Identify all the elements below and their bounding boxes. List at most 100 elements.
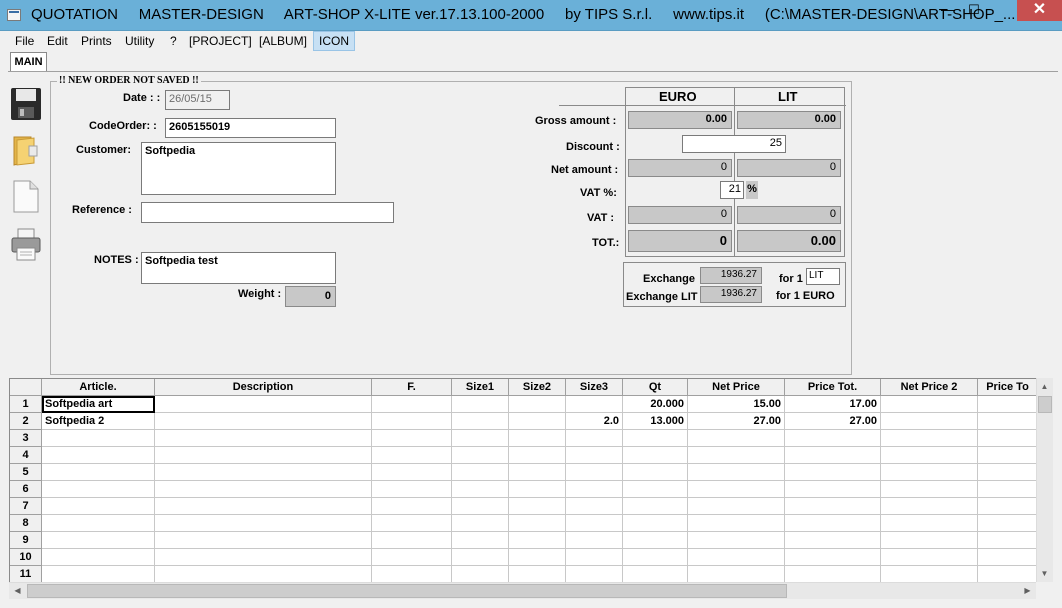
- table-cell[interactable]: [978, 447, 1036, 464]
- row-number[interactable]: 2: [10, 413, 42, 430]
- row-number[interactable]: 9: [10, 532, 42, 549]
- table-cell[interactable]: [688, 515, 785, 532]
- column-header[interactable]: Article.: [42, 379, 155, 396]
- table-cell[interactable]: Softpedia 2: [42, 413, 155, 430]
- table-cell[interactable]: [623, 549, 688, 566]
- table-cell[interactable]: [978, 464, 1036, 481]
- table-cell[interactable]: [509, 515, 566, 532]
- table-cell[interactable]: [452, 532, 509, 549]
- table-cell[interactable]: [372, 430, 452, 447]
- table-cell[interactable]: [623, 481, 688, 498]
- table-cell[interactable]: [688, 532, 785, 549]
- scroll-left-arrow-icon[interactable]: ◀: [9, 582, 26, 599]
- table-cell[interactable]: [452, 515, 509, 532]
- table-cell[interactable]: [509, 464, 566, 481]
- table-cell[interactable]: [978, 413, 1036, 430]
- table-cell[interactable]: [881, 464, 978, 481]
- table-cell[interactable]: [452, 549, 509, 566]
- table-cell[interactable]: [452, 498, 509, 515]
- menu-file[interactable]: File: [13, 33, 36, 51]
- table-cell[interactable]: [372, 566, 452, 582]
- table-cell[interactable]: [509, 481, 566, 498]
- table-cell[interactable]: [452, 413, 509, 430]
- table-cell[interactable]: [688, 498, 785, 515]
- table-cell[interactable]: [566, 532, 623, 549]
- table-cell[interactable]: [688, 447, 785, 464]
- table-cell[interactable]: [688, 566, 785, 582]
- code-order-field[interactable]: 2605155019: [165, 118, 336, 138]
- table-cell[interactable]: 20.000: [623, 396, 688, 413]
- table-cell[interactable]: [155, 430, 372, 447]
- table-cell[interactable]: [509, 396, 566, 413]
- open-button[interactable]: [9, 131, 43, 171]
- column-header[interactable]: Price Tot.: [785, 379, 881, 396]
- discount-field[interactable]: 25: [682, 135, 786, 153]
- table-cell[interactable]: [372, 532, 452, 549]
- table-cell[interactable]: [155, 413, 372, 430]
- table-cell[interactable]: 2.0: [566, 413, 623, 430]
- table-cell[interactable]: [623, 532, 688, 549]
- column-header[interactable]: Size1: [452, 379, 509, 396]
- table-cell[interactable]: [881, 413, 978, 430]
- table-cell[interactable]: [452, 566, 509, 582]
- table-cell[interactable]: [566, 430, 623, 447]
- table-cell[interactable]: [566, 481, 623, 498]
- maximize-button[interactable]: ☐: [961, 0, 987, 20]
- table-cell[interactable]: [372, 396, 452, 413]
- currency-unit-field[interactable]: LIT: [806, 268, 840, 285]
- table-cell[interactable]: [785, 498, 881, 515]
- table-cell[interactable]: [688, 430, 785, 447]
- table-cell[interactable]: [566, 396, 623, 413]
- table-cell[interactable]: [42, 549, 155, 566]
- table-cell[interactable]: [978, 515, 1036, 532]
- table-cell[interactable]: [978, 566, 1036, 582]
- table-cell[interactable]: 17.00: [785, 396, 881, 413]
- table-cell[interactable]: [155, 549, 372, 566]
- table-cell[interactable]: [42, 566, 155, 582]
- table-cell[interactable]: [881, 447, 978, 464]
- tab-main[interactable]: MAIN: [10, 52, 47, 72]
- table-cell[interactable]: [688, 464, 785, 481]
- table-cell[interactable]: [372, 413, 452, 430]
- column-header[interactable]: Price To: [978, 379, 1036, 396]
- grid-corner-header[interactable]: [10, 379, 42, 396]
- menu-prints[interactable]: Prints: [79, 33, 114, 51]
- table-cell[interactable]: 13.000: [623, 413, 688, 430]
- date-field[interactable]: 26/05/15: [165, 90, 230, 110]
- table-cell[interactable]: [978, 532, 1036, 549]
- table-cell[interactable]: [881, 396, 978, 413]
- table-cell[interactable]: [155, 481, 372, 498]
- new-button[interactable]: [9, 178, 43, 218]
- table-cell[interactable]: [42, 498, 155, 515]
- table-cell[interactable]: [623, 498, 688, 515]
- table-cell[interactable]: [372, 498, 452, 515]
- table-cell[interactable]: [785, 481, 881, 498]
- column-header[interactable]: Net Price 2: [881, 379, 978, 396]
- menu-help[interactable]: ?: [168, 33, 179, 51]
- table-cell[interactable]: [372, 515, 452, 532]
- table-cell[interactable]: [785, 430, 881, 447]
- table-cell[interactable]: [509, 413, 566, 430]
- table-cell[interactable]: [155, 396, 372, 413]
- table-cell[interactable]: [881, 498, 978, 515]
- table-cell[interactable]: [881, 549, 978, 566]
- vat-percent-field[interactable]: 21: [720, 181, 744, 199]
- table-cell[interactable]: 27.00: [688, 413, 785, 430]
- table-cell[interactable]: [881, 532, 978, 549]
- table-cell[interactable]: [509, 549, 566, 566]
- table-cell[interactable]: [372, 464, 452, 481]
- table-cell[interactable]: [42, 515, 155, 532]
- column-header[interactable]: F.: [372, 379, 452, 396]
- row-number[interactable]: 11: [10, 566, 42, 582]
- table-cell[interactable]: [509, 532, 566, 549]
- reference-field[interactable]: [141, 202, 394, 223]
- table-cell[interactable]: [785, 566, 881, 582]
- scroll-down-arrow-icon[interactable]: ▼: [1036, 565, 1053, 582]
- table-cell[interactable]: [452, 481, 509, 498]
- menu-project[interactable]: [PROJECT]: [187, 33, 254, 51]
- table-cell[interactable]: [509, 447, 566, 464]
- table-cell[interactable]: [785, 515, 881, 532]
- column-header[interactable]: Qt: [623, 379, 688, 396]
- table-cell[interactable]: [509, 430, 566, 447]
- table-cell[interactable]: [785, 532, 881, 549]
